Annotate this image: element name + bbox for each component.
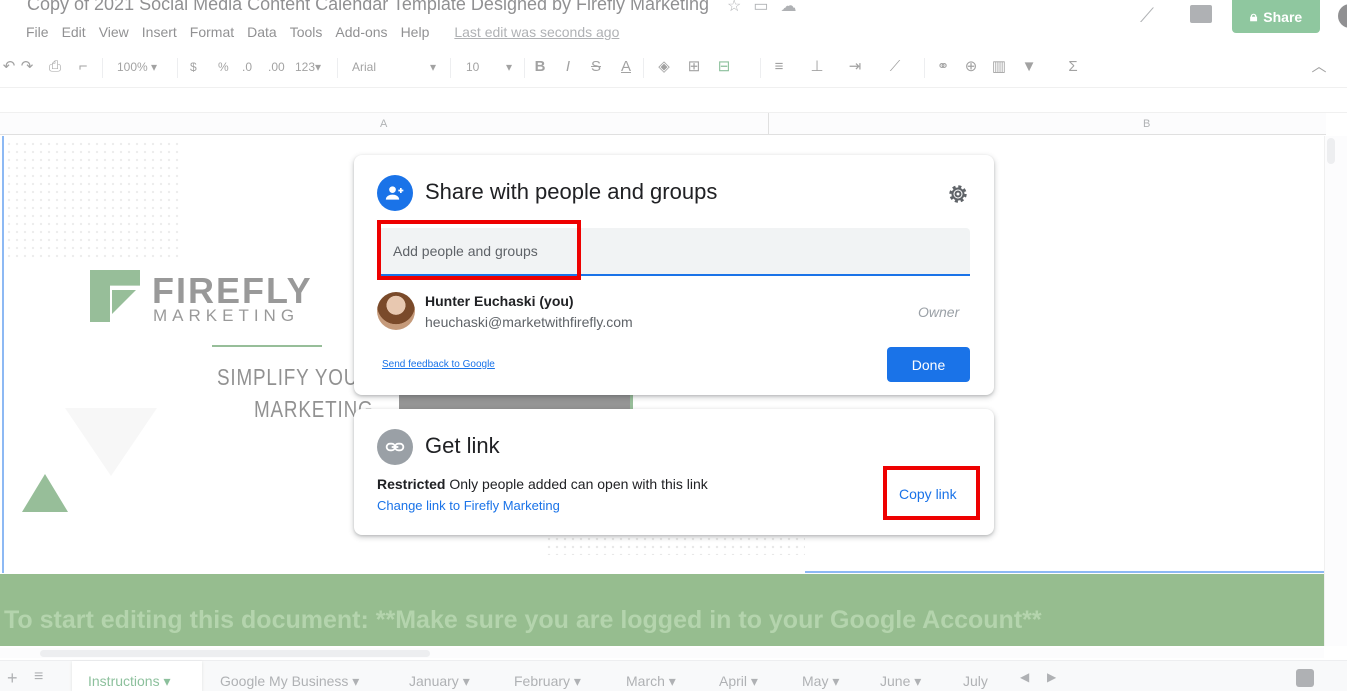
- user-role: Owner: [918, 304, 960, 320]
- link-icon: [377, 429, 413, 465]
- copy-link-button[interactable]: Copy link: [899, 486, 957, 502]
- get-link-title: Get link: [425, 433, 500, 458]
- done-button[interactable]: Done: [887, 347, 970, 382]
- share-dialog: Share with people and groups Hunter Euch…: [354, 155, 994, 395]
- user-email: heuchaski@marketwithfirefly.com: [425, 314, 633, 330]
- link-access-description: Restricted Only people added can open wi…: [377, 476, 708, 492]
- user-name: Hunter Euchaski (you): [425, 293, 574, 309]
- get-link-dialog: Get link Restricted Only people added ca…: [354, 409, 994, 535]
- send-feedback-link[interactable]: Send feedback to Google: [382, 359, 495, 370]
- add-people-input[interactable]: [377, 228, 970, 276]
- add-person-icon: [377, 175, 413, 211]
- share-dialog-title: Share with people and groups: [425, 179, 718, 204]
- change-link-button[interactable]: Change link to Firefly Marketing: [377, 498, 560, 513]
- avatar: [377, 292, 415, 330]
- gear-icon[interactable]: [946, 182, 970, 206]
